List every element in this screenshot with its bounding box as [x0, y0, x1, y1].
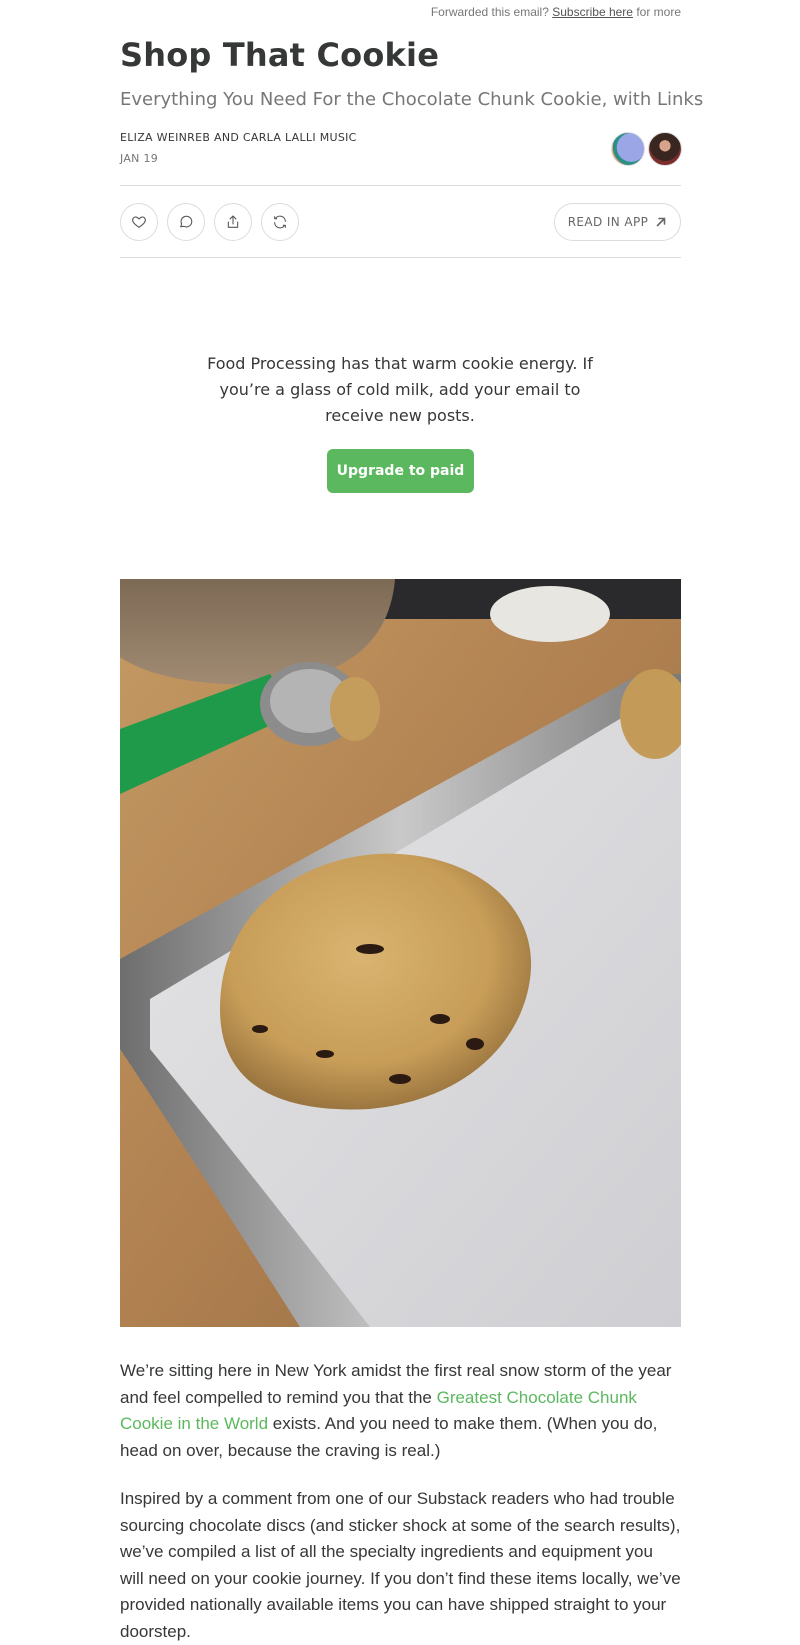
promo-text: Food Processing has that warm cookie ene… — [207, 354, 593, 425]
body-paragraph: We’re sitting here in New York amidst th… — [120, 1358, 681, 1464]
author-avatars — [611, 132, 683, 166]
post-subtitle: Everything You Need For the Chocolate Ch… — [120, 89, 704, 110]
share-button[interactable] — [214, 203, 252, 241]
restack-button[interactable] — [261, 203, 299, 241]
avatar[interactable] — [648, 132, 682, 166]
read-in-app-label: READ IN APP — [567, 215, 649, 229]
forwarded-notice: Forwarded this email? Subscribe here for… — [431, 5, 681, 19]
like-button[interactable] — [120, 203, 158, 241]
share-icon — [227, 215, 239, 228]
post-title[interactable]: Shop That Cookie — [120, 36, 439, 74]
arrow-up-right-icon — [656, 217, 666, 227]
upgrade-button[interactable]: Upgrade to paid — [327, 449, 474, 493]
restack-icon — [274, 215, 286, 229]
post-image[interactable] — [120, 579, 681, 1327]
comment-button[interactable] — [167, 203, 205, 241]
body-paragraph: Inspired by a comment from one of our Su… — [120, 1489, 681, 1641]
divider — [120, 257, 681, 258]
forwarded-prefix: Forwarded this email? — [430, 5, 549, 19]
forwarded-suffix: for more — [636, 5, 681, 19]
avatar[interactable] — [611, 132, 645, 166]
comment-icon — [180, 215, 193, 228]
post-date: JAN 19 — [120, 152, 159, 165]
cookie-dough-photo — [120, 579, 681, 1327]
subscribe-link[interactable]: Subscribe here — [552, 5, 633, 19]
read-in-app-button[interactable]: READ IN APP — [554, 203, 681, 241]
heart-icon — [132, 216, 146, 228]
post-authors[interactable]: ELIZA WEINREB AND CARLA LALLI MUSIC — [120, 131, 357, 144]
divider — [120, 185, 681, 186]
